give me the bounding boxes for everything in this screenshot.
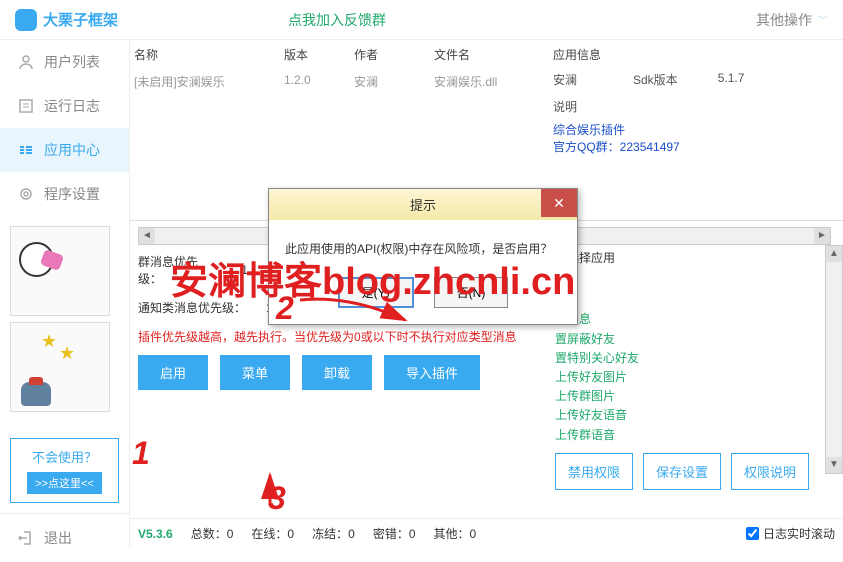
sidebar-label: 程序设置 [44, 184, 100, 204]
sidebar-label: 应用中心 [44, 140, 100, 160]
other-ops-label: 其他操作 [756, 10, 812, 30]
sdk-value: 5.1.7 [718, 71, 745, 88]
join-group-link[interactable]: 点我加入反馈群 [288, 10, 386, 30]
table-header: 名称 版本 作者 文件名 [130, 40, 543, 69]
desc-line-1: 综合娱乐插件 [553, 121, 833, 138]
v-scrollbar[interactable]: ▲ ▼ [825, 245, 843, 474]
app-info-title: 应用信息 [553, 46, 833, 63]
uninstall-button[interactable]: 卸载 [302, 355, 372, 390]
sidebar-item-logs[interactable]: 运行日志 [0, 84, 129, 128]
perm-item: 上传好友图片 [555, 368, 811, 387]
scroll-down-icon[interactable]: ▼ [826, 457, 842, 473]
sidebar-item-settings[interactable]: 程序设置 [0, 172, 129, 216]
dialog-body: 此应用使用的API(权限)中存在风险项，是否启用？ [269, 220, 577, 267]
h-scrollbar-right[interactable]: ◄ ► [555, 227, 831, 245]
exit-label: 退出 [44, 528, 72, 548]
permission-list: 消息 息 时消息 置屏蔽好友 置特别关心好友 上传好友图片 上传群图片 上传好友… [555, 272, 831, 445]
perm-item: 息 [555, 291, 811, 310]
cell-author: 安澜 [354, 73, 434, 90]
save-perm-button[interactable]: 保存设置 [643, 453, 721, 490]
cell-name: [未启用]安澜娱乐 [134, 73, 284, 90]
dialog-title-bar[interactable]: 提示 ✕ [269, 189, 577, 220]
priority-warning: 插件优先级越高，越先执行。当优先级为0或以下时不执行对应类型消息 [138, 328, 535, 345]
enable-button[interactable]: 启用 [138, 355, 208, 390]
stat-pwd: 密错：0 [373, 525, 416, 542]
scroll-left-icon[interactable]: ◄ [139, 228, 155, 244]
stat-online: 在线：0 [251, 525, 294, 542]
annotation-2: 2 [276, 290, 294, 327]
dialog-title: 提示 [410, 198, 436, 213]
stat-total: 总数：0 [191, 525, 234, 542]
mascot-image-1 [10, 226, 110, 316]
import-plugin-button[interactable]: 导入插件 [384, 355, 480, 390]
exit-icon [18, 530, 34, 546]
perm-item: 上传好友语音 [555, 406, 811, 425]
perm-help-button[interactable]: 权限说明 [731, 453, 809, 490]
help-box: 不会使用？ >>点这里<< [10, 438, 119, 503]
version-label: V5.3.6 [138, 527, 173, 541]
user-icon [18, 54, 34, 70]
col-file: 文件名 [434, 46, 534, 63]
sidebar-label: 运行日志 [44, 96, 100, 116]
stat-other: 其他：0 [434, 525, 477, 542]
chevron-down-icon: ﹀ [818, 12, 828, 27]
perm-item: 上传群图片 [555, 387, 811, 406]
scroll-checkbox-input[interactable] [746, 527, 759, 540]
app-logo: 大栗子框架 [15, 9, 118, 31]
col-author: 作者 [354, 46, 434, 63]
perm-item: 置屏蔽好友 [555, 330, 811, 349]
sidebar-item-users[interactable]: 用户列表 [0, 40, 129, 84]
col-version: 版本 [284, 46, 354, 63]
dialog-no-button[interactable]: 否(N) [434, 277, 509, 308]
perm-item: 上传群语音 [555, 426, 811, 445]
app-author: 安澜 [553, 71, 603, 88]
app-icon [18, 142, 34, 158]
dialog-yes-button[interactable]: 是(Y) [338, 277, 414, 308]
sidebar-label: 用户列表 [44, 52, 100, 72]
perm-item: 置特别关心好友 [555, 349, 811, 368]
perm-item: 时消息 [555, 310, 811, 329]
realtime-scroll-checkbox[interactable]: 日志实时滚动 [746, 525, 835, 542]
table-row[interactable]: [未启用]安澜娱乐 1.2.0 安澜 安澜娱乐.dll [130, 69, 543, 94]
col-name: 名称 [134, 46, 284, 63]
log-icon [18, 98, 34, 114]
stat-frozen: 冻结：0 [312, 525, 355, 542]
desc-line-2: 官方QQ群：223541497 [553, 138, 833, 155]
help-button[interactable]: >>点这里<< [27, 472, 102, 494]
gear-icon [18, 186, 34, 202]
annotation-3: 3 [268, 480, 286, 517]
dialog-close-button[interactable]: ✕ [541, 189, 577, 217]
notify-priority-label: 通知类消息优先级： [138, 299, 246, 316]
sdk-label: Sdk版本 [633, 71, 678, 88]
select-app-title: 请选择应用 [555, 249, 831, 266]
help-text: 不会使用？ [19, 447, 110, 466]
perm-item: 消息 [555, 272, 811, 291]
scroll-check-label: 日志实时滚动 [763, 525, 835, 542]
disable-perm-button[interactable]: 禁用权限 [555, 453, 633, 490]
logo-icon [15, 9, 37, 31]
cell-file: 安澜娱乐.dll [434, 73, 534, 90]
cell-version: 1.2.0 [284, 73, 354, 90]
mascot-image-2: ★★ [10, 322, 110, 412]
confirm-dialog: 提示 ✕ 此应用使用的API(权限)中存在风险项，是否启用？ 是(Y) 否(N) [268, 188, 578, 325]
other-ops-dropdown[interactable]: 其他操作 ﹀ [756, 10, 828, 30]
annotation-1: 1 [132, 435, 150, 472]
group-priority-label: 群消息优先级： [138, 253, 221, 287]
scroll-up-icon[interactable]: ▲ [826, 246, 842, 262]
sidebar-item-apps[interactable]: 应用中心 [0, 128, 129, 172]
scroll-right-icon[interactable]: ► [814, 228, 830, 244]
menu-button[interactable]: 菜单 [220, 355, 290, 390]
exit-button[interactable]: 退出 [0, 513, 129, 562]
app-title: 大栗子框架 [43, 9, 118, 30]
desc-label: 说明 [553, 98, 833, 115]
